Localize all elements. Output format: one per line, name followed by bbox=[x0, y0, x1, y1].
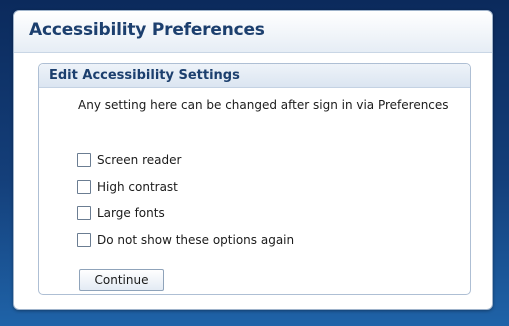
high-contrast-checkbox[interactable] bbox=[77, 180, 91, 194]
dialog-title: Accessibility Preferences bbox=[29, 20, 265, 40]
option-high-contrast[interactable]: High contrast bbox=[77, 178, 178, 196]
panel-header: Edit Accessibility Settings bbox=[39, 64, 470, 88]
screen-reader-checkbox[interactable] bbox=[77, 153, 91, 167]
accessibility-preferences-dialog: Accessibility Preferences Edit Accessibi… bbox=[13, 10, 493, 310]
dialog-header: Accessibility Preferences bbox=[14, 11, 492, 53]
do-not-show-again-checkbox[interactable] bbox=[77, 233, 91, 247]
settings-description: Any setting here can be changed after si… bbox=[78, 98, 449, 112]
option-screen-reader[interactable]: Screen reader bbox=[77, 151, 181, 169]
option-do-not-show-again[interactable]: Do not show these options again bbox=[77, 231, 294, 249]
edit-accessibility-settings-panel: Edit Accessibility Settings Any setting … bbox=[38, 63, 471, 295]
large-fonts-checkbox[interactable] bbox=[77, 206, 91, 220]
do-not-show-again-label[interactable]: Do not show these options again bbox=[97, 233, 294, 247]
option-large-fonts[interactable]: Large fonts bbox=[77, 204, 165, 222]
large-fonts-label[interactable]: Large fonts bbox=[97, 206, 165, 220]
high-contrast-label[interactable]: High contrast bbox=[97, 180, 178, 194]
screen-reader-label[interactable]: Screen reader bbox=[97, 153, 181, 167]
continue-button[interactable]: Continue bbox=[79, 269, 164, 291]
panel-title: Edit Accessibility Settings bbox=[49, 68, 240, 83]
